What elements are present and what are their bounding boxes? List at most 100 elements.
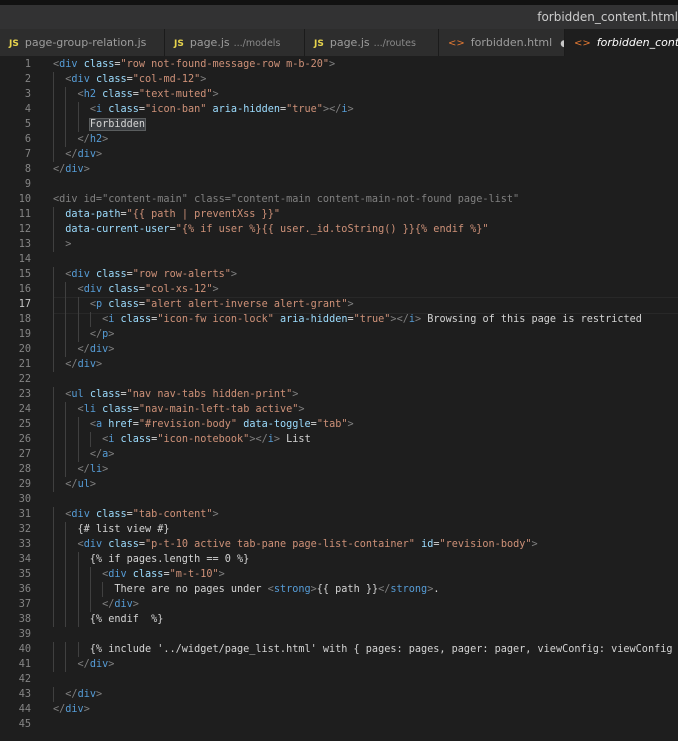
code-line[interactable]: 26 <i class="icon-notebook"></i> List (0, 432, 678, 447)
line-number: 5 (24, 119, 31, 130)
code-text: <a href="#revision-body" data-toggle="ta… (89, 419, 354, 430)
line-number: 40 (18, 644, 31, 655)
line-number: 14 (18, 254, 31, 265)
line-number: 7 (24, 149, 31, 160)
line-number: 17 (18, 299, 31, 310)
line-number: 29 (18, 479, 31, 490)
code-text: {% endif %} (53, 614, 164, 625)
code-line[interactable]: 13 > (0, 237, 678, 252)
code-line[interactable]: 45 (0, 717, 678, 732)
code-line[interactable]: 36 There are no pages under <strong>{{ p… (0, 582, 678, 597)
code-line[interactable]: 27 </a> (0, 447, 678, 462)
editor-tab-bar: JS page-group-relation.js JS page.js .../mod… (0, 29, 678, 56)
code-line[interactable]: 22 (0, 372, 678, 387)
code-line[interactable]: 10 <div id="content-main" class="content-… (0, 192, 678, 207)
line-number: 25 (18, 419, 31, 430)
tab-label: page.js (329, 36, 370, 49)
code-text: </a> (89, 449, 115, 460)
code-line[interactable]: 1 <div class="row not-found-message-row m… (0, 57, 678, 72)
code-line[interactable]: 3 <h2 class="text-muted"> (0, 87, 678, 102)
editor-tab[interactable]: <>forbidden.html● (439, 29, 565, 56)
code-line[interactable]: 30 (0, 492, 678, 507)
code-text: <p class="alert alert-inverse alert-gran… (89, 299, 354, 310)
code-text: </div> (65, 359, 103, 370)
line-number: 10 (18, 194, 31, 205)
tab-path: .../models (233, 38, 281, 49)
line-number: 42 (18, 674, 31, 685)
code-line[interactable]: 19 </p> (0, 327, 678, 342)
code-line[interactable]: 7 </div> (0, 147, 678, 162)
title-bar: forbidden_content.html (0, 0, 678, 29)
editor-tab[interactable]: <> forbidden_content.html (565, 29, 678, 56)
code-text: </div> (65, 149, 103, 160)
code-text: <li class="nav-main-left-tab active"> (77, 404, 305, 415)
line-number: 31 (18, 509, 31, 520)
code-text: {% if pages.length == 0 %} (53, 554, 250, 565)
line-number: 23 (18, 389, 31, 400)
line-number: 37 (18, 599, 31, 610)
code-line[interactable]: 37 </div> (0, 597, 678, 612)
line-number: 30 (18, 494, 31, 505)
line-number: 22 (18, 374, 31, 385)
code-text: <ul class="nav nav-tabs hidden-print"> (65, 389, 299, 400)
line-number: 44 (18, 704, 31, 715)
line-number: 4 (24, 104, 31, 115)
code-line[interactable]: 24 <li class="nav-main-left-tab active"> (0, 402, 678, 417)
code-line[interactable]: 4 <i class="icon-ban" aria-hidden="true"… (0, 102, 678, 117)
code-line[interactable]: 40 {% include '../widget/page_list.html'… (0, 642, 678, 657)
code-line[interactable]: 9 (0, 177, 678, 192)
js-icon: JS (174, 39, 184, 49)
editor-tab[interactable]: JS page-group-relation.js (0, 29, 165, 56)
code-text: <div id="content-main" class="content-ma… (53, 194, 520, 205)
code-text: </ul> (65, 479, 96, 490)
code-line[interactable]: 33 <div class="p-t-10 active tab-pane pa… (0, 537, 678, 552)
line-number: 6 (24, 134, 31, 145)
code-text: </div> (77, 344, 115, 355)
code-text: </h2> (77, 134, 109, 145)
code-line[interactable]: 2 <div class="col-md-12"> (0, 72, 678, 87)
code-line[interactable]: 15 <div class="row row-alerts"> (0, 267, 678, 282)
code-line[interactable]: 42 (0, 672, 678, 687)
code-line[interactable]: 38 {% endif %} (0, 612, 678, 627)
line-number: 16 (18, 284, 31, 295)
line-number: 12 (18, 224, 31, 235)
code-line[interactable]: 12 data-current-user="{% if user %}{{ us… (0, 222, 678, 237)
code-line[interactable]: 16 <div class="col-xs-12"> (0, 282, 678, 297)
code-line[interactable]: 35 <div class="m-t-10"> (0, 567, 678, 582)
line-number: 21 (18, 359, 31, 370)
code-line[interactable]: 8 </div> (0, 162, 678, 177)
code-line[interactable]: 29 </ul> (0, 477, 678, 492)
line-number: 36 (18, 584, 31, 595)
code-line[interactable]: 11 data-path="{{ path | preventXss }}" (0, 207, 678, 222)
code-line[interactable]: 17 <p class="alert alert-inverse alert-g… (0, 297, 678, 314)
code-line[interactable]: 28 </li> (0, 462, 678, 477)
code-line[interactable]: 18 <i class="icon-fw icon-lock" aria-hid… (0, 312, 678, 327)
line-number: 26 (18, 434, 31, 445)
tab-path: .../routes (373, 38, 416, 49)
code-line[interactable]: 14 (0, 252, 678, 267)
code-text: Forbidden (53, 117, 147, 132)
line-number: 19 (18, 329, 31, 340)
code-line[interactable]: 39 (0, 627, 678, 642)
code-editor[interactable]: 1 <div class="row not-found-message-row m… (0, 56, 678, 741)
code-text: data-path="{{ path | preventXss }}" (65, 209, 280, 220)
code-line[interactable]: 41 </div> (0, 657, 678, 672)
code-line[interactable]: 20 </div> (0, 342, 678, 357)
editor-tab[interactable]: JS page.js .../models (165, 29, 305, 56)
code-line[interactable]: 44 </div> (0, 702, 678, 717)
code-line[interactable]: 25 <a href="#revision-body" data-toggle=… (0, 417, 678, 432)
code-line[interactable]: 21 </div> (0, 357, 678, 372)
code-line[interactable]: 31 <div class="tab-content"> (0, 507, 678, 522)
code-line[interactable]: 5 Forbidden (0, 117, 678, 132)
code-line[interactable]: 43 </div> (0, 687, 678, 702)
line-number: 9 (24, 179, 31, 190)
line-number: 20 (18, 344, 31, 355)
code-text: </p> (89, 329, 115, 340)
editor-tab[interactable]: JS page.js .../routes (305, 29, 439, 56)
code-text: </div> (77, 659, 115, 670)
code-line[interactable]: 32 {# list view #} (0, 522, 678, 537)
code-line[interactable]: 23 <ul class="nav nav-tabs hidden-print"… (0, 387, 678, 402)
code-line[interactable]: 6 </h2> (0, 132, 678, 147)
code-line[interactable]: 34 {% if pages.length == 0 %} (0, 552, 678, 567)
code-text: <i class="icon-ban" aria-hidden="true"><… (89, 104, 354, 115)
